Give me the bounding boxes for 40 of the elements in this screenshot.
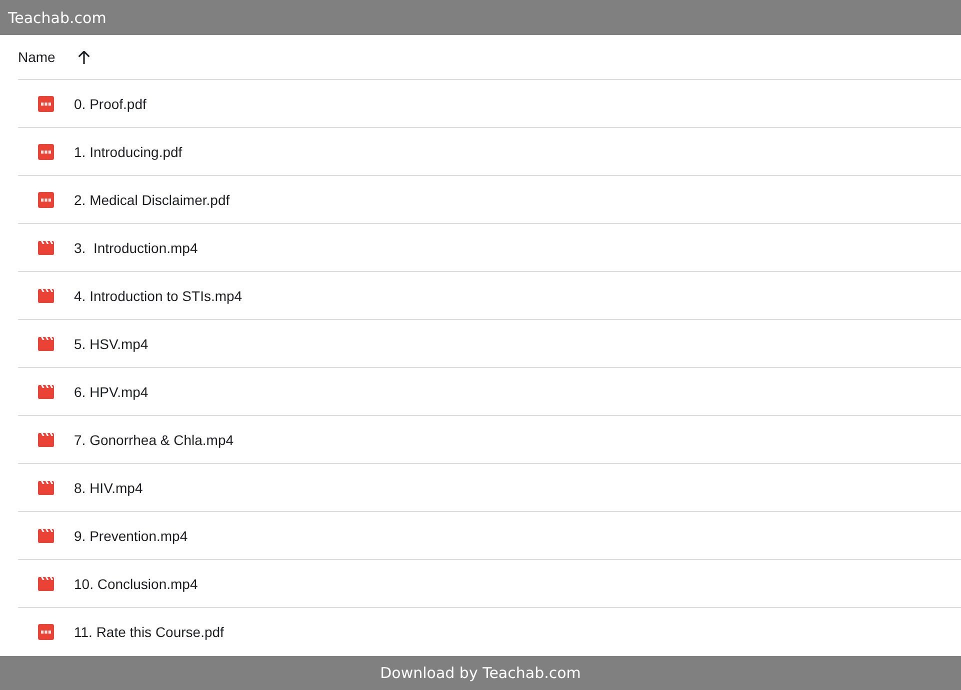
clapperboard-icon (38, 240, 54, 254)
file-name: 11. Rate this Course.pdf (74, 624, 224, 640)
clapperboard-icon (38, 336, 54, 350)
file-name: 0. Proof.pdf (74, 96, 146, 112)
site-title: Teachab.com (8, 8, 106, 26)
file-row[interactable]: 1. Introducing.pdf (18, 128, 961, 176)
file-name: 5. HSV.mp4 (74, 336, 148, 352)
file-row[interactable]: 5. HSV.mp4 (18, 320, 961, 368)
file-name: 2. Medical Disclaimer.pdf (74, 192, 230, 208)
file-row[interactable]: 3. Introduction.mp4 (18, 224, 961, 272)
file-row[interactable]: 11. Rate this Course.pdf (18, 608, 961, 656)
footer-text: Download by Teachab.com (380, 664, 581, 682)
file-row[interactable]: 2. Medical Disclaimer.pdf (18, 176, 961, 224)
file-name: 7. Gonorrhea & Chla.mp4 (74, 432, 234, 448)
file-name: 6. HPV.mp4 (74, 384, 148, 400)
file-row[interactable]: 4. Introduction to STIs.mp4 (18, 272, 961, 320)
name-column-header[interactable]: Name (18, 49, 56, 65)
clapperboard-icon (38, 288, 54, 302)
file-row[interactable]: 0. Proof.pdf (18, 80, 961, 128)
file-name: 10. Conclusion.mp4 (74, 576, 198, 592)
file-name: 9. Prevention.mp4 (74, 528, 188, 544)
file-row[interactable]: 7. Gonorrhea & Chla.mp4 (18, 416, 961, 464)
clapperboard-icon (38, 480, 54, 494)
clapperboard-icon (38, 576, 54, 590)
file-row[interactable]: 10. Conclusion.mp4 (18, 560, 961, 608)
file-name: 4. Introduction to STIs.mp4 (74, 288, 242, 304)
file-name: 3. Introduction.mp4 (74, 240, 198, 256)
clapperboard-icon (38, 384, 54, 398)
file-row[interactable]: 8. HIV.mp4 (18, 464, 961, 512)
file-type-icon (38, 624, 54, 640)
sort-up-arrow-icon[interactable] (78, 50, 90, 64)
file-type-icon (38, 96, 54, 112)
file-type-icon (38, 144, 54, 160)
file-name: 8. HIV.mp4 (74, 480, 143, 496)
file-row[interactable]: 9. Prevention.mp4 (18, 512, 961, 560)
file-name: 1. Introducing.pdf (74, 144, 182, 160)
file-type-icon (38, 192, 54, 208)
clapperboard-icon (38, 528, 54, 542)
clapperboard-icon (38, 432, 54, 446)
file-row[interactable]: 6. HPV.mp4 (18, 368, 961, 416)
